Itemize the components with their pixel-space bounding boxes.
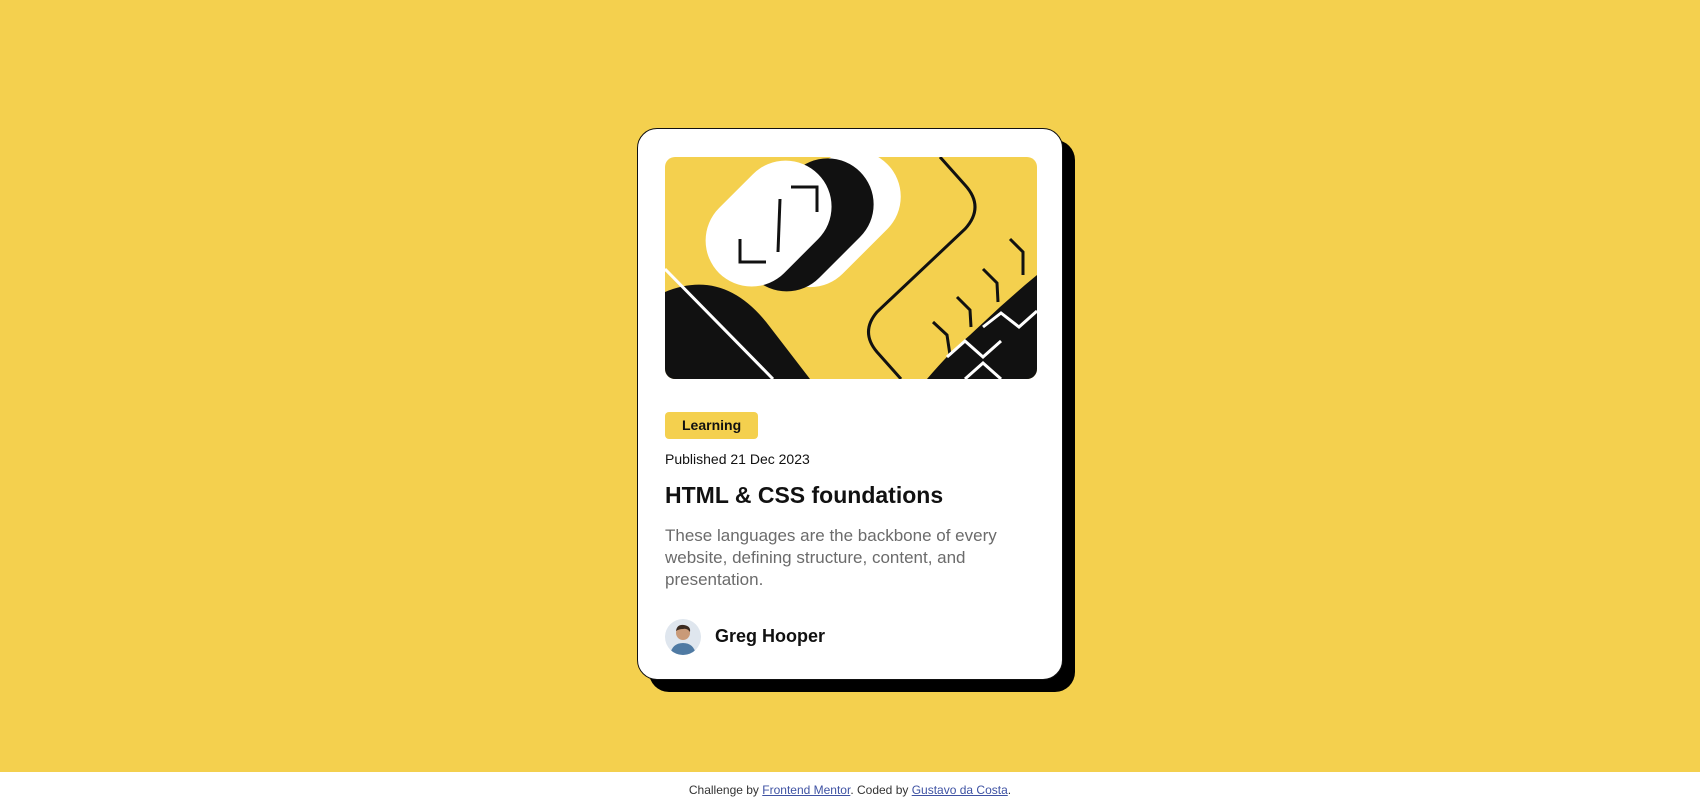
blog-preview-card: Learning Published 21 Dec 2023 HTML & CS… bbox=[637, 128, 1063, 680]
hero-illustration bbox=[665, 157, 1037, 379]
card-title[interactable]: HTML & CSS foundations bbox=[665, 482, 943, 509]
frontend-mentor-link[interactable]: Frontend Mentor bbox=[762, 783, 850, 797]
author-avatar bbox=[665, 619, 701, 655]
attribution-prefix: Challenge by bbox=[688, 783, 763, 797]
card-description: These languages are the backbone of ever… bbox=[665, 526, 997, 589]
author-name: Greg Hooper bbox=[715, 626, 826, 646]
published-date: Published 21 Dec 2023 bbox=[665, 451, 810, 467]
author-link[interactable]: Gustavo da Costa bbox=[912, 783, 1008, 797]
attribution-footer: Challenge by Frontend Mentor. Coded by G… bbox=[0, 772, 1700, 808]
page-background: Learning Published 21 Dec 2023 HTML & CS… bbox=[0, 0, 1700, 772]
category-tag: Learning bbox=[665, 412, 759, 439]
attribution-middle: . Coded by bbox=[850, 783, 912, 797]
attribution-suffix: . bbox=[1007, 783, 1012, 797]
